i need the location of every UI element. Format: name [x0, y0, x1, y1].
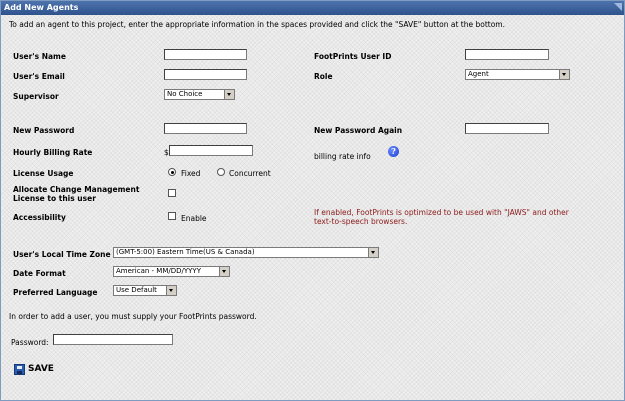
- password-input[interactable]: [53, 334, 173, 345]
- users-name-input[interactable]: [164, 49, 247, 60]
- date-format-select[interactable]: American - MM/DD/YYYY: [113, 266, 230, 277]
- allocate-cm-label-line2: License to this user: [13, 194, 96, 203]
- panel-title: Add New Agents: [4, 3, 79, 12]
- allocate-cm-label-line1: Allocate Change Management: [13, 185, 140, 194]
- password-label: Password:: [11, 338, 49, 347]
- date-format-selected-value: American - MM/DD/YYYY: [116, 267, 201, 275]
- accessibility-enable-checkbox[interactable]: [168, 212, 176, 220]
- preferred-language-label: Preferred Language: [13, 288, 98, 297]
- footprints-user-id-label: FootPrints User ID: [314, 52, 392, 61]
- users-email-label: User's Email: [13, 72, 65, 81]
- footprints-user-id-input[interactable]: [465, 49, 549, 60]
- intro-text: To add an agent to this project, enter t…: [9, 20, 505, 29]
- accessibility-note-line2: text-to-speech browsers.: [314, 217, 408, 226]
- chevron-down-icon[interactable]: [559, 70, 569, 79]
- info-icon[interactable]: ?: [388, 146, 399, 157]
- chevron-down-icon[interactable]: [219, 267, 229, 276]
- chevron-down-icon[interactable]: [224, 90, 234, 99]
- users-email-input[interactable]: [164, 69, 247, 80]
- save-button[interactable]: SAVE: [28, 364, 54, 374]
- preferred-language-selected-value: Use Default: [116, 286, 157, 294]
- license-fixed-label: Fixed: [181, 169, 201, 178]
- password-prompt-text: In order to add a user, you must supply …: [9, 312, 257, 321]
- accessibility-note-line1: If enabled, FootPrints is optimized to b…: [314, 208, 569, 217]
- chevron-down-icon[interactable]: [368, 248, 378, 257]
- new-password-again-input[interactable]: [465, 123, 549, 134]
- date-format-label: Date Format: [13, 269, 66, 278]
- new-password-input[interactable]: [164, 123, 247, 134]
- license-concurrent-radio[interactable]: [217, 168, 225, 176]
- users-name-label: User's Name: [13, 52, 66, 61]
- supervisor-label: Supervisor: [13, 92, 59, 101]
- hourly-billing-rate-label: Hourly Billing Rate: [13, 148, 93, 157]
- role-select[interactable]: Agent: [465, 69, 570, 80]
- role-label: Role: [314, 72, 333, 81]
- role-selected-value: Agent: [468, 70, 489, 78]
- allocate-cm-checkbox[interactable]: [168, 189, 176, 197]
- add-agents-panel: Add New Agents To add an agent to this p…: [0, 0, 625, 401]
- license-concurrent-label: Concurrent: [229, 169, 271, 178]
- time-zone-label: User's Local Time Zone: [13, 250, 111, 259]
- time-zone-selected-value: (GMT-5:00) Eastern Time(US & Canada): [116, 248, 255, 256]
- hourly-billing-rate-input[interactable]: [169, 145, 253, 156]
- time-zone-select[interactable]: (GMT-5:00) Eastern Time(US & Canada): [113, 247, 379, 258]
- corner-decoration: [614, 3, 622, 11]
- license-fixed-radio[interactable]: [168, 168, 176, 176]
- preferred-language-select[interactable]: Use Default: [113, 285, 177, 296]
- supervisor-select[interactable]: No Choice: [164, 89, 235, 100]
- accessibility-enable-label: Enable: [181, 214, 207, 223]
- license-usage-label: License Usage: [13, 169, 74, 178]
- chevron-down-icon[interactable]: [166, 286, 176, 295]
- new-password-again-label: New Password Again: [314, 126, 403, 135]
- accessibility-label: Accessibility: [13, 213, 66, 222]
- floppy-disk-icon[interactable]: [14, 364, 25, 375]
- panel-title-bar: Add New Agents: [1, 1, 624, 15]
- supervisor-selected-value: No Choice: [167, 90, 203, 98]
- new-password-label: New Password: [13, 126, 75, 135]
- billing-rate-info-text: billing rate info: [314, 152, 371, 161]
